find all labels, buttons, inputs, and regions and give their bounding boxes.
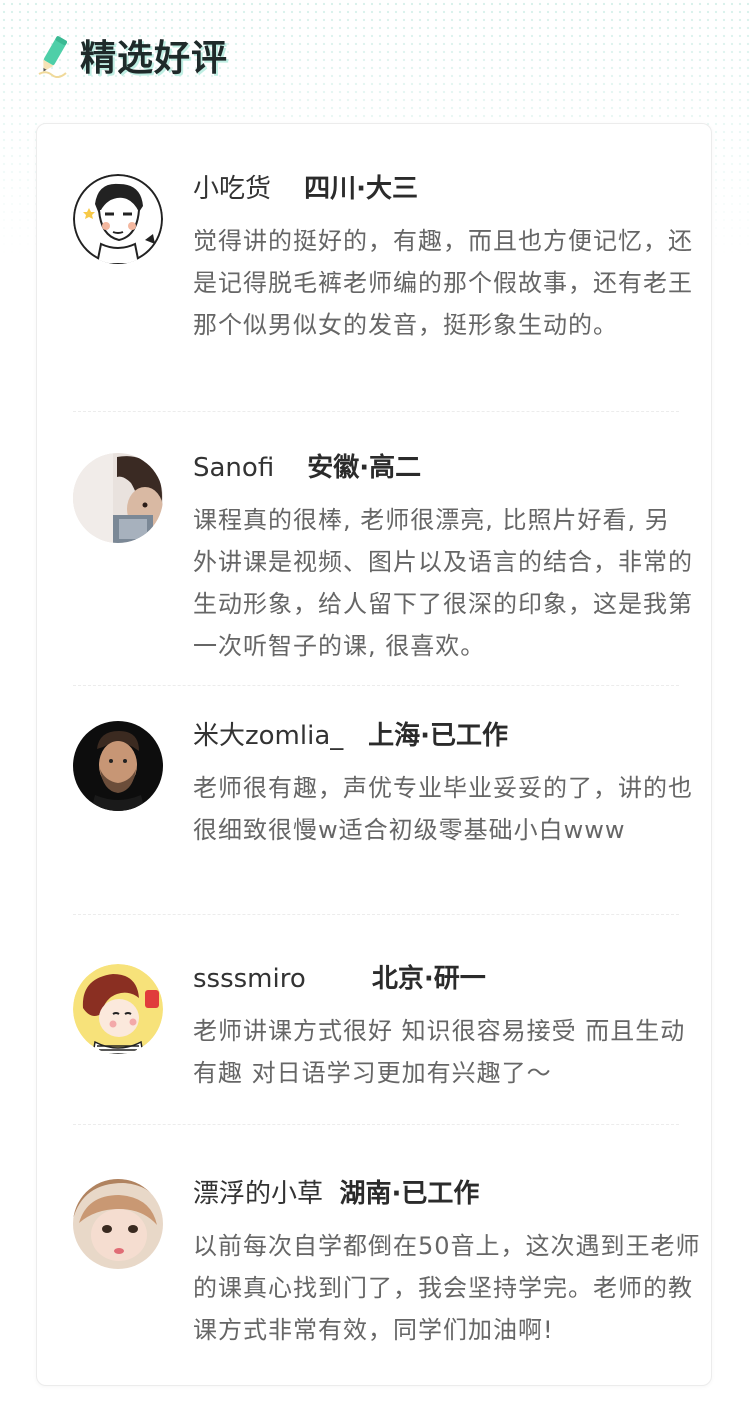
- review-item: 漂浮的小草 湖南·已工作 以前每次自学都倒在50音上，这次遇到王老师的课真心找到…: [73, 1179, 700, 1379]
- review-item: 小吃货 四川·大三 觉得讲的挺好的，有趣，而且也方便记忆，还是记得脱毛裤老师编的…: [73, 174, 692, 414]
- review-item: Sanofi 安徽·高二 课程真的很棒, 老师很漂亮, 比照片好看, 另外讲课是…: [73, 453, 692, 693]
- reviewer-location: 上海·已工作: [368, 721, 508, 751]
- review-text: 老师很有趣，声优专业毕业妥妥的了，讲的也很细致很慢w适合初级零基础小白www: [193, 774, 693, 844]
- cartoon-kid-avatar: [73, 964, 163, 1054]
- review-item: 米大zomlia_ 上海·已工作 老师很有趣，声优专业毕业妥妥的了，讲的也很细致…: [73, 721, 692, 921]
- review-text: 以前每次自学都倒在50音上，这次遇到王老师的课真心找到门了，我会坚持学完。老师的…: [193, 1232, 701, 1344]
- pencil-icon: [36, 32, 70, 78]
- review-text: 老师讲课方式很好 知识很容易接受 而且生动有趣 对日语学习更加有兴趣了～: [193, 1017, 686, 1087]
- photo-avatar: [73, 453, 163, 543]
- review-header: Sanofi 安徽·高二: [193, 453, 421, 483]
- reviewer-location: 湖南·已工作: [339, 1179, 480, 1209]
- girl-photo-avatar: [73, 1179, 163, 1269]
- reviewer-name: ssssmiro: [193, 964, 306, 994]
- divider: [73, 1124, 679, 1125]
- reviewer-name: Sanofi: [193, 453, 275, 483]
- reviewer-name: 漂浮的小草: [193, 1179, 324, 1209]
- cartoon-boy-avatar: [73, 174, 163, 264]
- reviewer-name: 米大zomlia_: [193, 721, 344, 751]
- divider: [73, 685, 679, 686]
- review-header: 漂浮的小草 湖南·已工作: [193, 1179, 479, 1209]
- review-item: ssssmiro 北京·研一 老师讲课方式很好 知识很容易接受 而且生动有趣 对…: [73, 964, 684, 1164]
- reviewer-location: 安徽·高二: [307, 453, 422, 483]
- review-text: 课程真的很棒, 老师很漂亮, 比照片好看, 另外讲课是视频、图片以及语言的结合，…: [193, 506, 693, 660]
- section-header: 精选好评: [36, 30, 228, 80]
- section-title: 精选好评: [80, 38, 229, 79]
- reviewer-name: 小吃货: [193, 174, 272, 204]
- divider: [73, 914, 679, 915]
- review-header: ssssmiro 北京·研一: [193, 964, 486, 994]
- review-header: 米大zomlia_ 上海·已工作: [193, 721, 508, 751]
- review-header: 小吃货 四川·大三: [193, 174, 418, 204]
- reviewer-location: 四川·大三: [304, 174, 418, 204]
- reviews-card: 小吃货 四川·大三 觉得讲的挺好的，有趣，而且也方便记忆，还是记得脱毛裤老师编的…: [36, 123, 712, 1386]
- portrait-avatar: [73, 721, 163, 811]
- divider: [73, 411, 679, 412]
- reviewer-location: 北京·研一: [371, 964, 486, 994]
- review-text: 觉得讲的挺好的，有趣，而且也方便记忆，还是记得脱毛裤老师编的那个假故事，还有老王…: [193, 227, 693, 339]
